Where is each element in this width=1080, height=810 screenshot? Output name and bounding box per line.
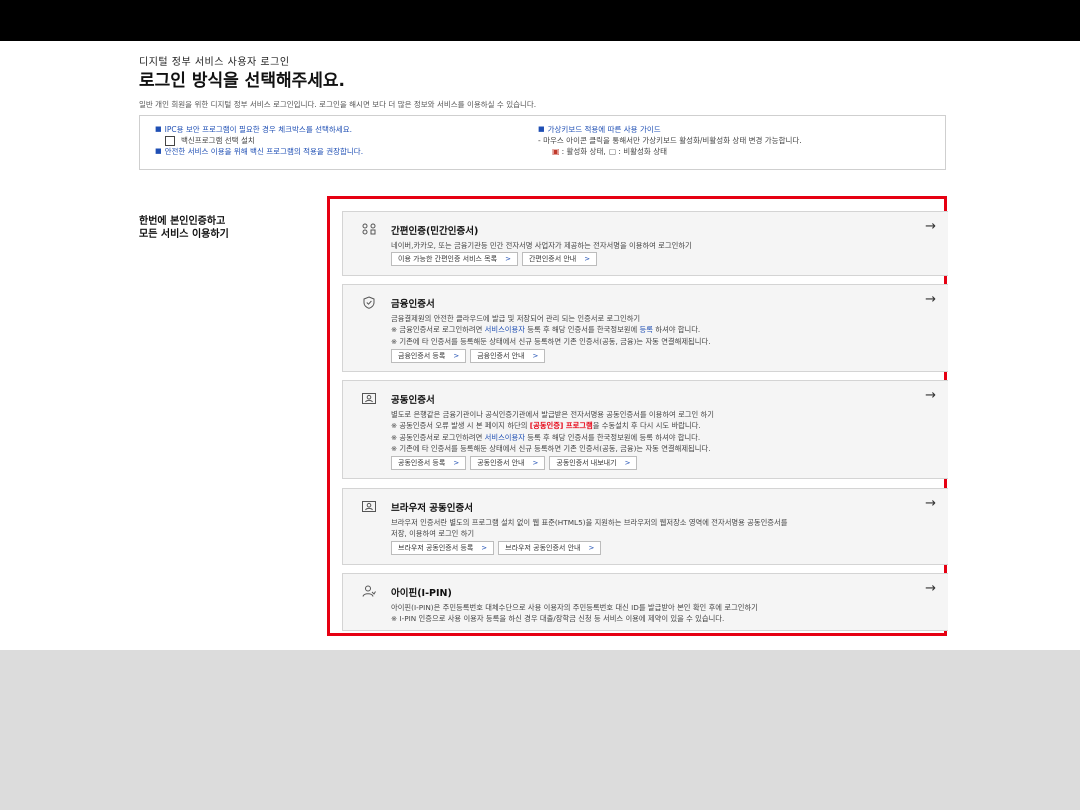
arrow-right-icon[interactable]: →: [925, 292, 936, 307]
simple-auth-list-button[interactable]: 이용 가능한 간편인증 서비스 목록 >: [391, 252, 518, 266]
financial-cert-guide-button[interactable]: 금융인증서 안내 >: [470, 349, 546, 363]
service-user-link[interactable]: 서비스이용자: [485, 433, 525, 442]
chevron-right-icon: >: [532, 459, 539, 467]
chevron-right-icon: >: [453, 352, 460, 360]
browser-cert-register-button[interactable]: 브라우저 공동인증서 등록 >: [391, 541, 495, 555]
financial-cert-register-button[interactable]: 금융인증서 등록 >: [391, 349, 467, 363]
top-black-bar: [0, 0, 1080, 41]
method-button-row: 금융인증서 등록 > 금융인증서 안내 >: [391, 349, 546, 363]
security-program-notice-link[interactable]: IPC용 보안 프로그램이 필요한 경우 체크박스를 선택하세요.: [165, 124, 352, 135]
method-description: 브라우저 인증서란 별도의 프로그램 설치 없이 웹 표준(HTML5)을 지원…: [391, 518, 788, 539]
method-desc-line: 네이버,카카오, 또는 금융기관등 민간 전자서명 사업자가 제공하는 전자서명…: [391, 241, 692, 250]
browser-cert-guide-button[interactable]: 브라우저 공동인증서 안내 >: [498, 541, 602, 555]
arrow-right-icon[interactable]: →: [925, 388, 936, 403]
chevron-right-icon: >: [624, 459, 631, 467]
method-description: 아이핀(I-PIN)은 주민등록번호 대체수단으로 사용 이용자의 주민등록번호…: [391, 603, 758, 624]
login-method-simple-auth[interactable]: 간편인증(민간인증서) → 네이버,카카오, 또는 금융기관등 민간 전자서명 …: [342, 211, 948, 276]
bullet-icon: ■: [155, 125, 162, 133]
certificate-icon: [362, 392, 376, 404]
notice-right-column: ■ 가상키보드 적용에 따른 사용 가이드 - 마우스 아이콘 클릭을 통해서만 …: [538, 124, 802, 157]
login-method-joint-cert[interactable]: 공동인증서 → 별도로 은행같은 금융기관이나 공식인증기관에서 발급받은 전자…: [342, 380, 948, 479]
vaccine-checkbox-label: 백신프로그램 선택 설치: [181, 136, 255, 145]
method-title: 금융인증서: [391, 299, 435, 310]
joint-cert-guide-button[interactable]: 공동인증서 안내 >: [470, 456, 546, 470]
chevron-right-icon: >: [505, 255, 511, 263]
browser-certificate-icon: [362, 500, 376, 512]
side-title-line2: 모든 서비스 이용하기: [139, 229, 229, 240]
method-description: 네이버,카카오, 또는 금융기관등 민간 전자서명 사업자가 제공하는 전자서명…: [391, 240, 692, 251]
keyboard-on-icon: ▣: [552, 147, 560, 156]
register-link[interactable]: 등록: [640, 325, 653, 334]
method-title: 브라우저 공동인증서: [391, 503, 473, 514]
method-title: 아이핀(I-PIN): [391, 588, 452, 599]
virtual-keyboard-guide-link[interactable]: 가상키보드 적용에 따른 사용 가이드: [548, 124, 661, 135]
login-methods-panel: 간편인증(민간인증서) → 네이버,카카오, 또는 금융기관등 민간 전자서명 …: [327, 196, 948, 636]
keyboard-off-icon: ▢: [608, 147, 617, 156]
arrow-right-icon[interactable]: →: [925, 581, 936, 596]
arrow-right-icon[interactable]: →: [925, 496, 936, 511]
method-title: 간편인증(민간인증서): [391, 226, 479, 237]
login-method-browser-cert[interactable]: 브라우저 공동인증서 → 브라우저 인증서란 별도의 프로그램 설치 없이 웹 …: [342, 488, 948, 565]
method-button-row: 공동인증서 등록 > 공동인증서 안내 > 공동인증서 내보내기 >: [391, 456, 638, 470]
joint-cert-program-link[interactable]: [공동인증] 프로그램: [530, 421, 593, 430]
joint-cert-export-button[interactable]: 공동인증서 내보내기 >: [549, 456, 638, 470]
simple-auth-icon: [362, 223, 376, 235]
bullet-icon: ■: [155, 147, 162, 155]
side-title: 한번에 본인인증하고 모든 서비스 이용하기: [139, 215, 229, 241]
chevron-right-icon: >: [588, 544, 595, 552]
method-button-row: 이용 가능한 간편인증 서비스 목록 > 간편인증서 안내 >: [391, 252, 598, 266]
shield-icon: [362, 295, 376, 309]
login-method-financial-cert[interactable]: 금융인증서 → 금융결제원의 안전한 클라우드에 발급 및 저장되어 관리 되는…: [342, 284, 948, 372]
method-title: 공동인증서: [391, 395, 435, 406]
keyboard-on-label: : 활성화 상태,: [561, 147, 606, 156]
method-description: 별도로 은행같은 금융기관이나 공식인증기관에서 발급받은 전자서명용 공동인증…: [391, 410, 714, 453]
page-title: 로그인 방식을 선택해주세요.: [139, 71, 345, 91]
person-icon: [362, 585, 376, 597]
chevron-right-icon: >: [453, 459, 460, 467]
simple-auth-guide-button[interactable]: 간편인증서 안내 >: [521, 252, 598, 266]
page-description: 일반 개인 회원을 위한 디지털 정부 서비스 로그인입니다. 로그인을 해시면…: [139, 100, 537, 109]
notice-box: ■ IPC용 보안 프로그램이 필요한 경우 체크박스를 선택하세요. 백신프로그…: [139, 115, 946, 170]
side-title-line1: 한번에 본인인증하고: [139, 216, 226, 227]
login-method-ipin[interactable]: 아이핀(I-PIN) → 아이핀(I-PIN)은 주민등록번호 대체수단으로 사…: [342, 573, 948, 631]
chevron-right-icon: >: [584, 255, 591, 263]
method-button-row: 브라우저 공동인증서 등록 > 브라우저 공동인증서 안내 >: [391, 541, 602, 555]
keyboard-off-label: : 비활성화 상태: [618, 147, 668, 156]
chevron-right-icon: >: [481, 544, 488, 552]
method-description: 금융결제원의 안전한 클라우드에 발급 및 저장되어 관리 되는 인증서로 로그…: [391, 314, 711, 346]
notice-left-column: ■ IPC용 보안 프로그램이 필요한 경우 체크박스를 선택하세요. 백신프로그…: [155, 124, 363, 157]
arrow-right-icon[interactable]: →: [925, 219, 936, 234]
joint-cert-register-button[interactable]: 공동인증서 등록 >: [391, 456, 467, 470]
virtual-keyboard-desc: - 마우스 아이콘 클릭을 통해서만 가상키보드 활성화/비활성화 상태 변경 …: [538, 136, 802, 145]
bullet-icon: ■: [538, 125, 545, 133]
bottom-gray-area: [0, 650, 1080, 810]
chevron-right-icon: >: [532, 352, 539, 360]
service-user-link[interactable]: 서비스이용자: [485, 325, 525, 334]
vaccine-checkbox[interactable]: [165, 135, 175, 146]
vaccine-recommend-text: 안전한 서비스 이용을 위해 백신 프로그램의 적용을 권장합니다.: [164, 147, 364, 156]
